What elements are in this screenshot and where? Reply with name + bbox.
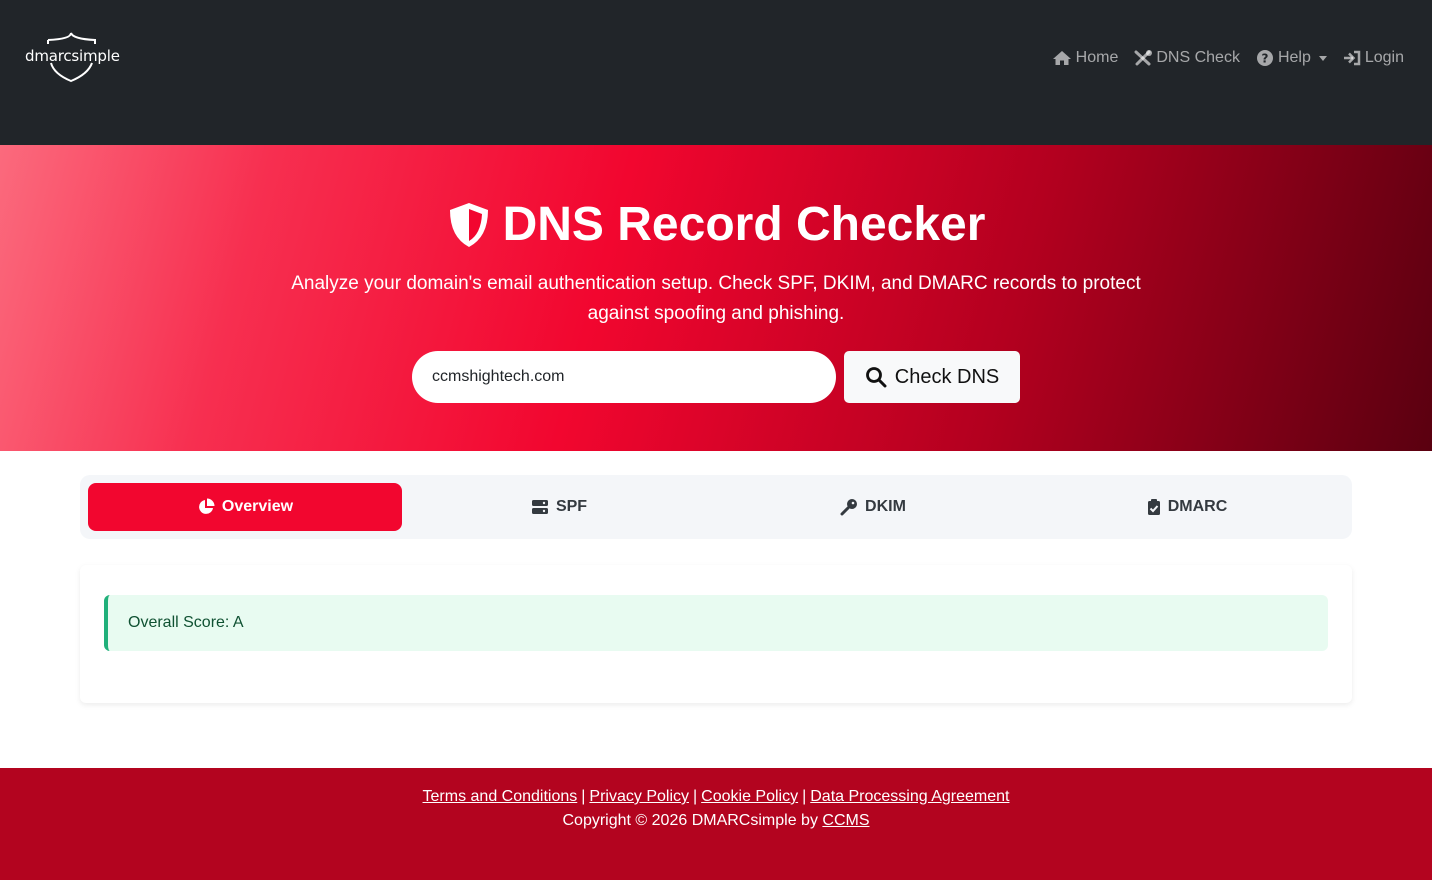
nav-dns-check-label: DNS Check xyxy=(1156,49,1240,66)
tools-icon xyxy=(1134,50,1153,66)
nav-help-dropdown[interactable]: ? Help xyxy=(1256,46,1327,70)
sign-in-icon xyxy=(1343,50,1361,66)
tab-dkim-label: DKIM xyxy=(865,498,906,515)
question-circle-icon: ? xyxy=(1256,50,1273,66)
terms-link[interactable]: Terms and Conditions xyxy=(423,788,578,805)
server-icon xyxy=(531,500,548,514)
nav-help-label: Help xyxy=(1277,49,1311,66)
page-title: DNS Record Checker xyxy=(0,197,1432,252)
footer-separator: | xyxy=(802,788,807,805)
check-dns-label: Check DNS xyxy=(894,365,1000,388)
ccms-link[interactable]: CCMS xyxy=(822,812,869,829)
search-icon xyxy=(865,367,887,388)
nav-login-label: Login xyxy=(1364,49,1404,66)
tab-dmarc[interactable]: DMARC xyxy=(1030,483,1344,531)
domain-search-input[interactable] xyxy=(412,351,836,403)
navbar: dmarcsimple Home DNS Check ? Help Login xyxy=(0,0,1432,145)
footer-separator: | xyxy=(693,788,698,805)
tab-spf-label: SPF xyxy=(555,498,588,515)
results-card: Overall Score: A xyxy=(80,565,1352,703)
nav-home-link[interactable]: Home xyxy=(1052,46,1119,70)
tab-spf[interactable]: SPF xyxy=(402,483,716,531)
tab-overview-label: Overview xyxy=(221,498,294,515)
results-tabs: Overview SPF DKIM DMARC xyxy=(80,475,1352,539)
home-icon xyxy=(1052,51,1071,65)
cookie-link[interactable]: Cookie Policy xyxy=(701,788,798,805)
svg-text:?: ? xyxy=(1261,52,1268,66)
nav-dns-check-link[interactable]: DNS Check xyxy=(1134,46,1240,70)
check-dns-button[interactable]: Check DNS xyxy=(844,351,1020,403)
overall-score-text: Overall Score: A xyxy=(128,614,244,631)
copyright-text: Copyright © 2026 DMARCsimple by xyxy=(562,812,818,829)
nav-links: Home DNS Check ? Help Login xyxy=(1036,46,1404,70)
privacy-link[interactable]: Privacy Policy xyxy=(589,788,689,805)
tab-dmarc-label: DMARC xyxy=(1167,498,1228,515)
nav-login-link[interactable]: Login xyxy=(1343,46,1404,70)
logo-text: dmarcsimple xyxy=(25,47,120,65)
page-title-text: DNS Record Checker xyxy=(502,198,986,251)
copyright: Copyright © 2026 DMARCsimple by CCMS xyxy=(0,812,1432,830)
overall-score-alert: Overall Score: A xyxy=(104,595,1328,651)
dpa-link[interactable]: Data Processing Agreement xyxy=(810,788,1009,805)
hero-section: DNS Record Checker Analyze your domain's… xyxy=(0,145,1432,451)
key-icon xyxy=(840,499,858,516)
footer-separator: | xyxy=(581,788,586,805)
hero-subtitle: Analyze your domain's email authenticati… xyxy=(291,273,1141,324)
tab-dkim[interactable]: DKIM xyxy=(716,483,1030,531)
nav-home-label: Home xyxy=(1075,49,1119,66)
chevron-down-icon xyxy=(1318,55,1327,61)
brand-logo[interactable]: dmarcsimple xyxy=(24,30,120,84)
footer-links: Terms and Conditions | Privacy Policy | Cook… xyxy=(0,788,1432,806)
footer: Terms and Conditions | Privacy Policy | Cook… xyxy=(0,768,1432,880)
shield-icon xyxy=(449,202,488,247)
chart-pie-icon xyxy=(199,498,215,514)
tab-overview[interactable]: Overview xyxy=(88,483,402,531)
clipboard-check-icon xyxy=(1147,499,1160,515)
